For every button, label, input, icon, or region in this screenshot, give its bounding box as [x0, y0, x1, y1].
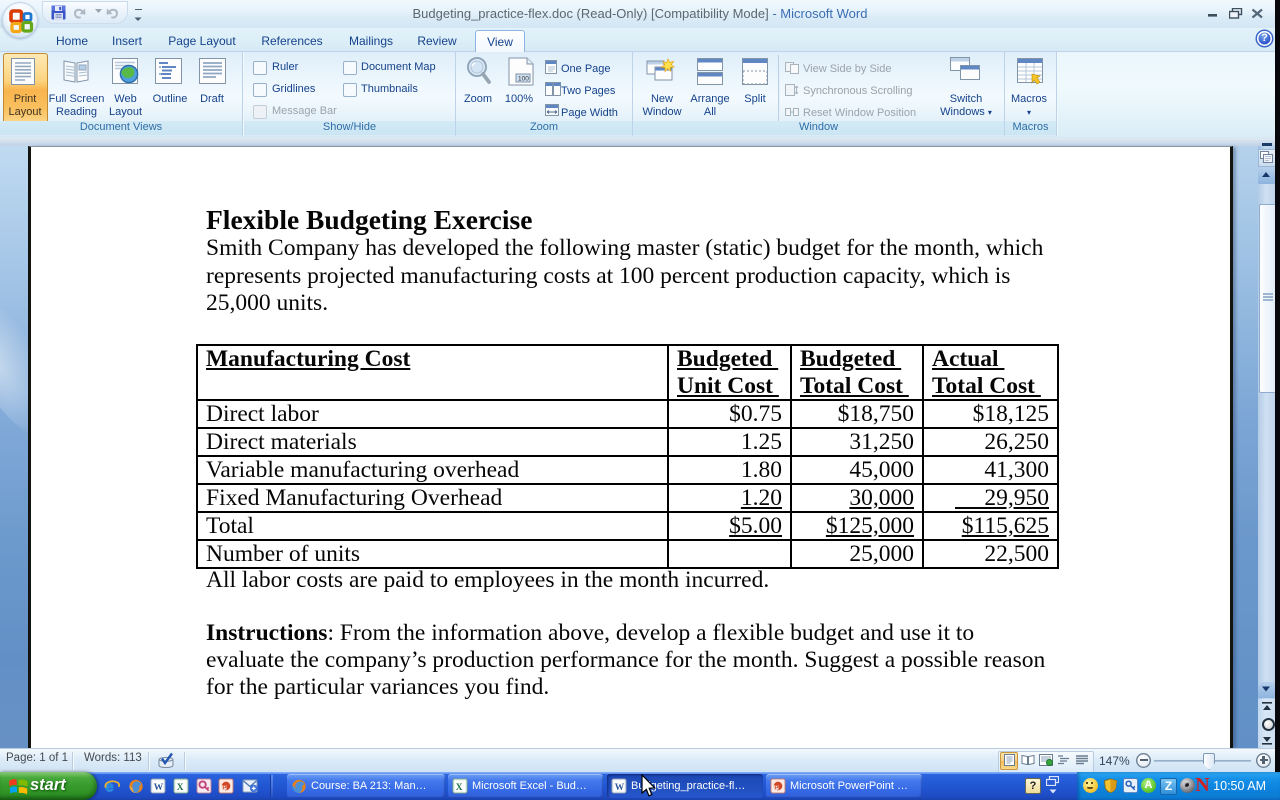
svg-text:X: X	[177, 783, 184, 793]
svg-text:P: P	[222, 784, 226, 791]
svg-text:X: X	[456, 783, 463, 793]
svg-text:W: W	[154, 783, 164, 793]
svg-text:P: P	[774, 784, 778, 791]
svg-text:100: 100	[518, 76, 529, 83]
svg-text:W: W	[615, 783, 625, 793]
